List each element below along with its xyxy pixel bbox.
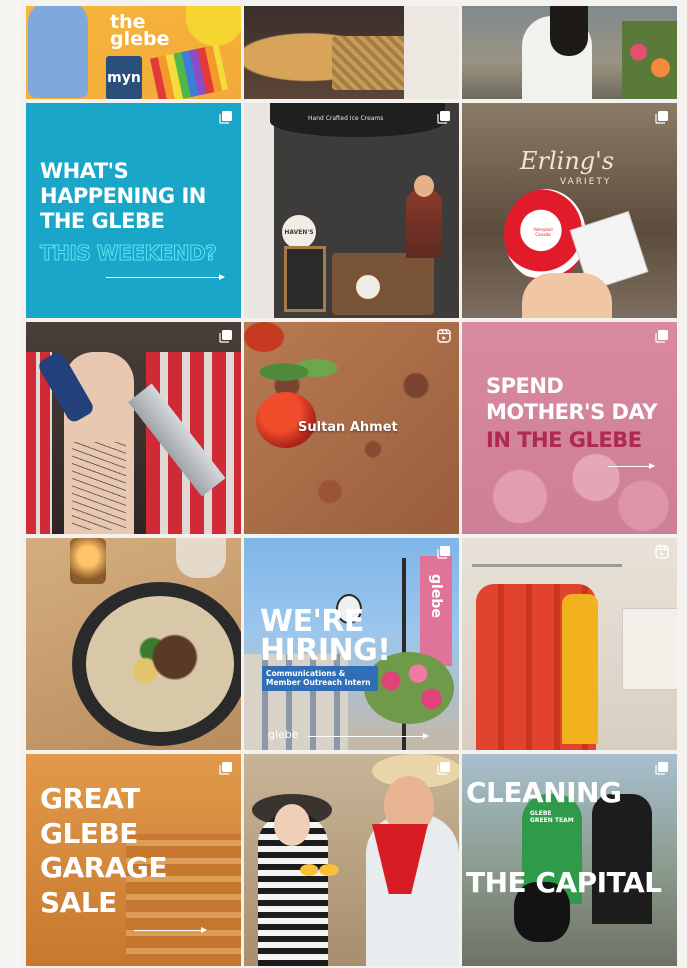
- were-heading: WE'RE HIRING!: [260, 604, 391, 668]
- yellow-dress: [562, 594, 598, 744]
- ice-cream-cart: [332, 253, 434, 315]
- cleaning-the-capital-heading: CLEANING THE CAPITAL: [466, 776, 662, 899]
- orange-drinks: [296, 850, 340, 890]
- post-tile-8[interactable]: Sultan Ahmet: [244, 322, 459, 534]
- flowers: [622, 21, 677, 99]
- reel-icon: [437, 329, 451, 343]
- blue-jacket: [28, 6, 88, 98]
- carousel-icon: [655, 110, 669, 124]
- carousel-icon: [437, 110, 451, 124]
- this-weekend-accent: THIS WEEKEND?: [39, 241, 217, 265]
- tattoo: [72, 442, 126, 530]
- post-tile-6[interactable]: Erling's VARIETY Volleyball Canada: [462, 103, 677, 318]
- whats-happening-heading: WHAT'S HAPPENING IN THE GLEBE: [40, 159, 206, 233]
- woman-face: [274, 804, 310, 846]
- clothing-rack: [472, 564, 622, 567]
- carousel-icon: [219, 329, 233, 343]
- carousel-icon: [655, 329, 669, 343]
- in-the-glebe-accent: IN THE GLEBE: [486, 428, 642, 452]
- cart-logo: [356, 275, 380, 299]
- banner-text: glebe: [428, 574, 444, 618]
- carousel-icon: [655, 761, 669, 775]
- person-plaid: [406, 188, 442, 258]
- brand-footer: glebe: [268, 728, 299, 741]
- brand-logo: the glebe: [110, 11, 170, 51]
- post-tile-5[interactable]: Hand Crafted Ice Creams HAVEN'S: [244, 103, 459, 318]
- arrow-right-icon: [308, 733, 429, 739]
- post-tile-14[interactable]: [244, 754, 459, 966]
- job-title-box: Communications & Member Outreach Intern: [262, 666, 378, 691]
- awning-sign: Hand Crafted Ice Creams: [308, 115, 384, 122]
- post-tile-9[interactable]: SPEND MOTHER'S DAY IN THE GLEBE: [462, 322, 677, 534]
- flowers-bg: [482, 440, 672, 534]
- candle: [70, 538, 106, 584]
- arrow-right-icon: [608, 463, 655, 469]
- volleyball-brand: Volleyball Canada: [533, 227, 553, 237]
- mothers-day-heading: SPEND MOTHER'S DAY: [486, 374, 657, 424]
- carousel-icon: [219, 110, 233, 124]
- carousel-icon: [437, 545, 451, 559]
- shelf: [622, 608, 677, 690]
- hand: [522, 273, 612, 318]
- chalkboard: [284, 246, 326, 312]
- tomato-2: [244, 322, 284, 352]
- post-tile-11[interactable]: glebe WE'RE HIRING! Communications & Mem…: [244, 538, 459, 750]
- post-tile-12[interactable]: [462, 538, 677, 750]
- carousel-icon: [219, 761, 233, 775]
- post-tile-15[interactable]: GLEBE GREEN TEAM CLEANING THE CAPITAL: [462, 754, 677, 966]
- carousel-icon: [437, 761, 451, 775]
- post-tile-13[interactable]: GREAT GLEBE GARAGE SALE: [26, 754, 241, 966]
- product-box: myn: [106, 56, 142, 99]
- variety-sign: VARIETY: [560, 177, 612, 187]
- left-margin: [0, 0, 20, 968]
- arrow-right-icon: [134, 927, 207, 933]
- reel-icon: [655, 545, 669, 559]
- person-face: [414, 175, 434, 197]
- post-tile-10[interactable]: [26, 538, 241, 750]
- post-tile-1[interactable]: myn the glebe: [26, 6, 241, 99]
- white-cloth: [404, 6, 459, 99]
- post-tile-7[interactable]: [26, 322, 241, 534]
- glass: [176, 538, 226, 578]
- post-grid: myn the glebe WHAT'S HAPPENING IN THE GL…: [26, 6, 677, 968]
- person-hair: [550, 6, 588, 56]
- garage-sale-heading: GREAT GLEBE GARAGE SALE: [40, 782, 168, 920]
- post-tile-3[interactable]: [462, 6, 677, 99]
- post-tile-2[interactable]: [244, 6, 459, 99]
- greens: [260, 352, 340, 392]
- erlings-sign: Erling's: [520, 147, 615, 175]
- restaurant-name: Sultan Ahmet: [298, 420, 398, 435]
- post-tile-4[interactable]: WHAT'S HAPPENING IN THE GLEBE THIS WEEKE…: [26, 103, 241, 318]
- risotto: [86, 596, 234, 732]
- arrow-right-icon: [106, 274, 225, 280]
